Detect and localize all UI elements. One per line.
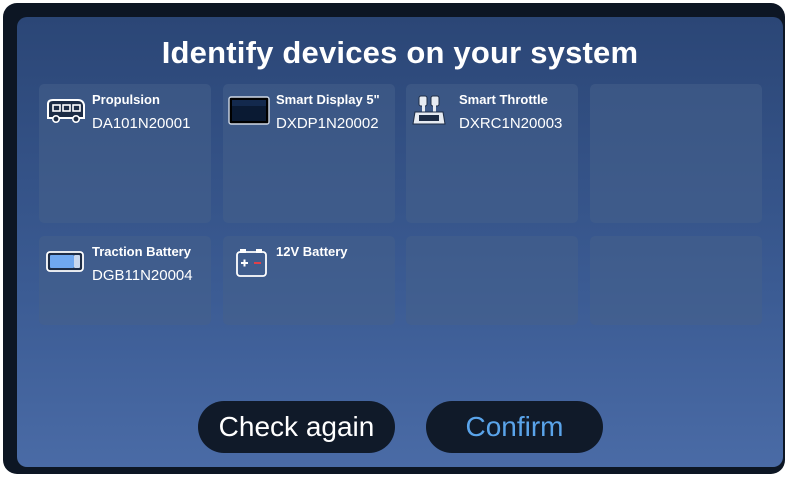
motorhome-icon	[44, 94, 86, 126]
device-frame: Identify devices on your system Propulsi…	[3, 3, 785, 474]
device-card-traction-battery[interactable]: Traction Battery DGB11N20004	[39, 236, 211, 325]
device-name: Smart Display 5"	[276, 92, 380, 107]
device-card-propulsion[interactable]: Propulsion DA101N20001	[39, 84, 211, 223]
page-title: Identify devices on your system	[161, 35, 639, 70]
device-name: Traction Battery	[92, 244, 191, 259]
confirm-button[interactable]: Confirm	[426, 401, 603, 453]
traction-battery-icon	[44, 246, 86, 278]
display-icon	[228, 94, 270, 126]
device-card-smart-throttle[interactable]: Smart Throttle DXRC1N20003	[406, 84, 578, 223]
check-again-button[interactable]: Check again	[198, 401, 395, 453]
device-serial: DA101N20001	[92, 115, 191, 132]
device-serial: DXDP1N20002	[276, 115, 379, 132]
device-name: Smart Throttle	[459, 92, 548, 107]
device-card-empty	[590, 236, 762, 325]
throttle-icon	[411, 94, 453, 126]
device-serial: DXRC1N20003	[459, 115, 563, 132]
12v-battery-icon	[228, 246, 270, 278]
device-serial: DGB11N20004	[92, 267, 193, 284]
device-card-12v-battery[interactable]: 12V Battery	[223, 236, 395, 325]
device-card-smart-display[interactable]: Smart Display 5" DXDP1N20002	[223, 84, 395, 223]
identify-devices-screen: Identify devices on your system Propulsi…	[17, 17, 783, 467]
device-card-empty	[590, 84, 762, 223]
device-name: Propulsion	[92, 92, 160, 107]
device-card-empty	[406, 236, 578, 325]
device-name: 12V Battery	[276, 244, 348, 259]
